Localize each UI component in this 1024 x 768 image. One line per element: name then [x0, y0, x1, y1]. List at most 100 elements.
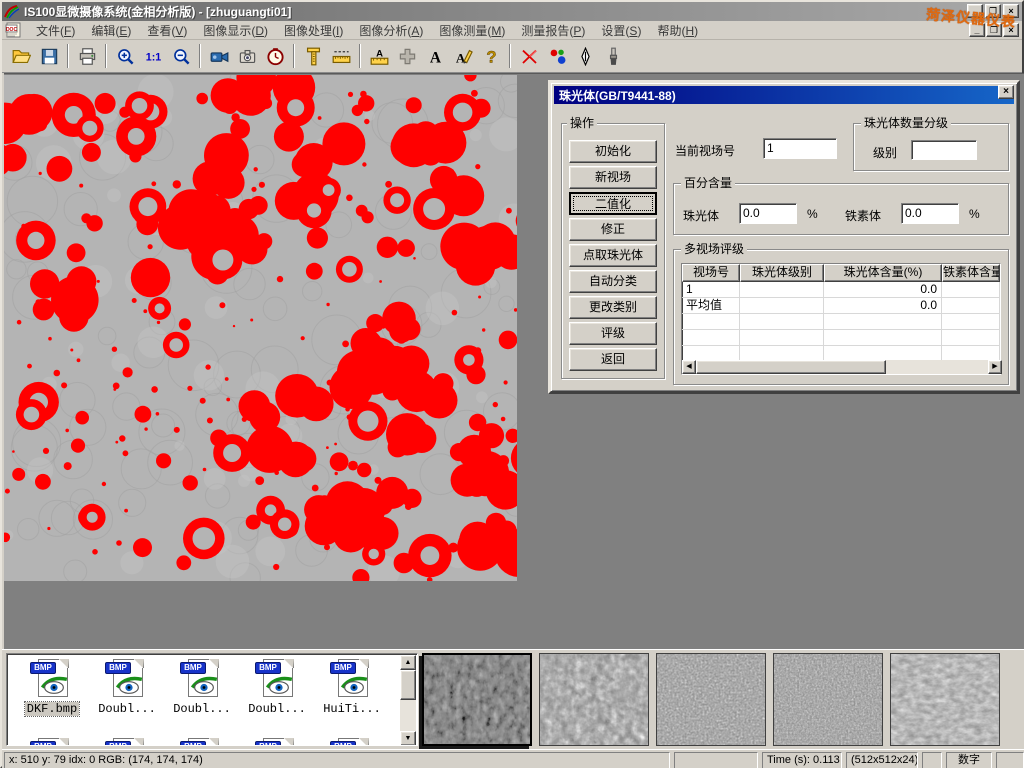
menu-image-display[interactable]: 图像显示(D): [195, 20, 276, 41]
file-item[interactable]: BMP: [165, 738, 239, 746]
open-file-button[interactable]: [7, 43, 35, 70]
bmp-file-icon[interactable]: BMP: [330, 659, 374, 699]
maximize-button[interactable]: ❐: [985, 4, 1001, 18]
calibration-cross-button[interactable]: [393, 43, 421, 70]
table-horizontal-scrollbar[interactable]: ◀ ▶: [682, 360, 1002, 374]
pick-pearlite-button[interactable]: 点取珠光体: [569, 244, 657, 267]
bmp-file-icon[interactable]: BMP: [255, 659, 299, 699]
scrollbar-thumb[interactable]: [696, 360, 886, 374]
mdi-restore-button[interactable]: ❐: [986, 23, 1002, 37]
rate-button[interactable]: 评级: [569, 322, 657, 345]
file-name[interactable]: HuiTi...: [321, 702, 383, 716]
menu-view[interactable]: 查看(V): [139, 20, 195, 41]
title-bar[interactable]: IS100显微摄像系统(金相分析版) - [zhuguangti01] _ ❐ …: [2, 2, 1022, 21]
menu-measure-report[interactable]: 测量报告(P): [513, 20, 593, 41]
thumbnail-2[interactable]: [539, 653, 649, 746]
file-item[interactable]: BMP: [240, 738, 314, 746]
snapshot-button[interactable]: [233, 43, 261, 70]
brush-button[interactable]: [599, 43, 627, 70]
height-gauge-button[interactable]: [299, 43, 327, 70]
menu-image-measure[interactable]: 图像测量(M): [431, 20, 513, 41]
scroll-down-icon[interactable]: ▼: [400, 731, 416, 746]
thumbnail-1[interactable]: [422, 653, 532, 746]
file-name[interactable]: Doubl...: [246, 702, 308, 716]
new-field-button[interactable]: 新视场: [569, 166, 657, 189]
ferrite-percent-field[interactable]: 0.0: [901, 203, 959, 224]
actual-size-button[interactable]: 1:1: [139, 43, 167, 70]
file-item[interactable]: BMP HuiTi...: [315, 659, 389, 716]
phase-mark-button[interactable]: [543, 43, 571, 70]
zoom-in-button[interactable]: [111, 43, 139, 70]
status-spare: [922, 752, 942, 768]
curve-cut-button[interactable]: [515, 43, 543, 70]
col-pearlite-content[interactable]: 珠光体含量(%): [824, 264, 942, 282]
col-field-no[interactable]: 视场号: [682, 264, 740, 282]
minimize-button[interactable]: _: [967, 4, 983, 18]
file-name[interactable]: Doubl...: [171, 702, 233, 716]
return-button[interactable]: 返回: [569, 348, 657, 371]
bmp-file-icon[interactable]: BMP: [105, 659, 149, 699]
menu-edit[interactable]: 编辑(E): [83, 20, 139, 41]
thumbnail-5[interactable]: [890, 653, 1000, 746]
scroll-left-icon[interactable]: ◀: [682, 360, 696, 374]
file-item[interactable]: BMP: [315, 738, 389, 746]
measure-label-button[interactable]: A: [365, 43, 393, 70]
cell-grade: [740, 282, 824, 297]
video-capture-button[interactable]: [205, 43, 233, 70]
file-list-scrollbar[interactable]: ▲ ▼: [400, 655, 416, 746]
multi-view-table[interactable]: 视场号 珠光体级别 珠光体含量(%) 铁素体含量(%) 1 0.0 平均值 0.…: [681, 263, 1001, 375]
close-button[interactable]: ×: [1003, 4, 1019, 18]
thumbnail-3[interactable]: [656, 653, 766, 746]
mdi-minimize-button[interactable]: _: [969, 23, 985, 37]
menu-image-process[interactable]: 图像处理(I): [276, 20, 351, 41]
file-item[interactable]: BMP: [15, 738, 89, 746]
table-row[interactable]: 1 0.0: [682, 282, 1000, 298]
bmp-file-icon[interactable]: BMP: [180, 659, 224, 699]
pen-button[interactable]: [571, 43, 599, 70]
toolbar-separator: [359, 44, 361, 68]
edit-annotate-button[interactable]: A: [449, 43, 477, 70]
menu-settings[interactable]: 设置(S): [593, 20, 649, 41]
menu-file[interactable]: 文件(F): [28, 20, 83, 41]
save-button[interactable]: [35, 43, 63, 70]
ruler-button[interactable]: [327, 43, 355, 70]
init-button[interactable]: 初始化: [569, 140, 657, 163]
zoom-out-button[interactable]: [167, 43, 195, 70]
auto-classify-button[interactable]: 自动分类: [569, 270, 657, 293]
svg-text:?: ?: [486, 47, 496, 66]
timer-button[interactable]: [261, 43, 289, 70]
current-view-field[interactable]: 1: [763, 138, 837, 159]
menu-image-analysis[interactable]: 图像分析(A): [351, 20, 431, 41]
scroll-up-icon[interactable]: ▲: [400, 655, 416, 670]
bmp-file-icon[interactable]: BMP: [30, 659, 74, 699]
file-item[interactable]: BMP Doubl...: [165, 659, 239, 716]
file-item[interactable]: BMP Doubl...: [90, 659, 164, 716]
specimen-image[interactable]: [4, 75, 517, 581]
scroll-right-icon[interactable]: ▶: [988, 360, 1002, 374]
dialog-title-bar[interactable]: 珠光体(GB/T9441-88): [554, 86, 1014, 104]
col-pearlite-grade[interactable]: 珠光体级别: [740, 264, 824, 282]
col-ferrite-content[interactable]: 铁素体含量(%): [942, 264, 1000, 282]
mdi-close-button[interactable]: ×: [1003, 23, 1019, 37]
eye-icon: [265, 673, 293, 695]
print-button[interactable]: [73, 43, 101, 70]
file-item[interactable]: BMP DKF.bmp: [15, 659, 89, 716]
thumbnail-4[interactable]: [773, 653, 883, 746]
dialog-close-button[interactable]: ×: [998, 85, 1014, 99]
change-class-button[interactable]: 更改类别: [569, 296, 657, 319]
menu-help[interactable]: 帮助(H): [649, 20, 706, 41]
file-name[interactable]: Doubl...: [96, 702, 158, 716]
file-item[interactable]: BMP: [90, 738, 164, 746]
brush-icon: [604, 47, 623, 66]
text-annotate-button[interactable]: A: [421, 43, 449, 70]
file-name[interactable]: DKF.bmp: [25, 702, 79, 716]
pearlite-percent-field[interactable]: 0.0: [739, 203, 797, 224]
scrollbar-thumb[interactable]: [400, 670, 416, 700]
correct-button[interactable]: 修正: [569, 218, 657, 241]
table-row[interactable]: 平均值 0.0: [682, 298, 1000, 314]
file-item[interactable]: BMP Doubl...: [240, 659, 314, 716]
binarize-button[interactable]: 二值化: [569, 192, 657, 215]
help-button[interactable]: ?: [477, 43, 505, 70]
file-list[interactable]: BMP DKF.bmp BMP Doubl... BMP Doubl... BM…: [6, 653, 418, 746]
grade-field[interactable]: [911, 140, 977, 160]
